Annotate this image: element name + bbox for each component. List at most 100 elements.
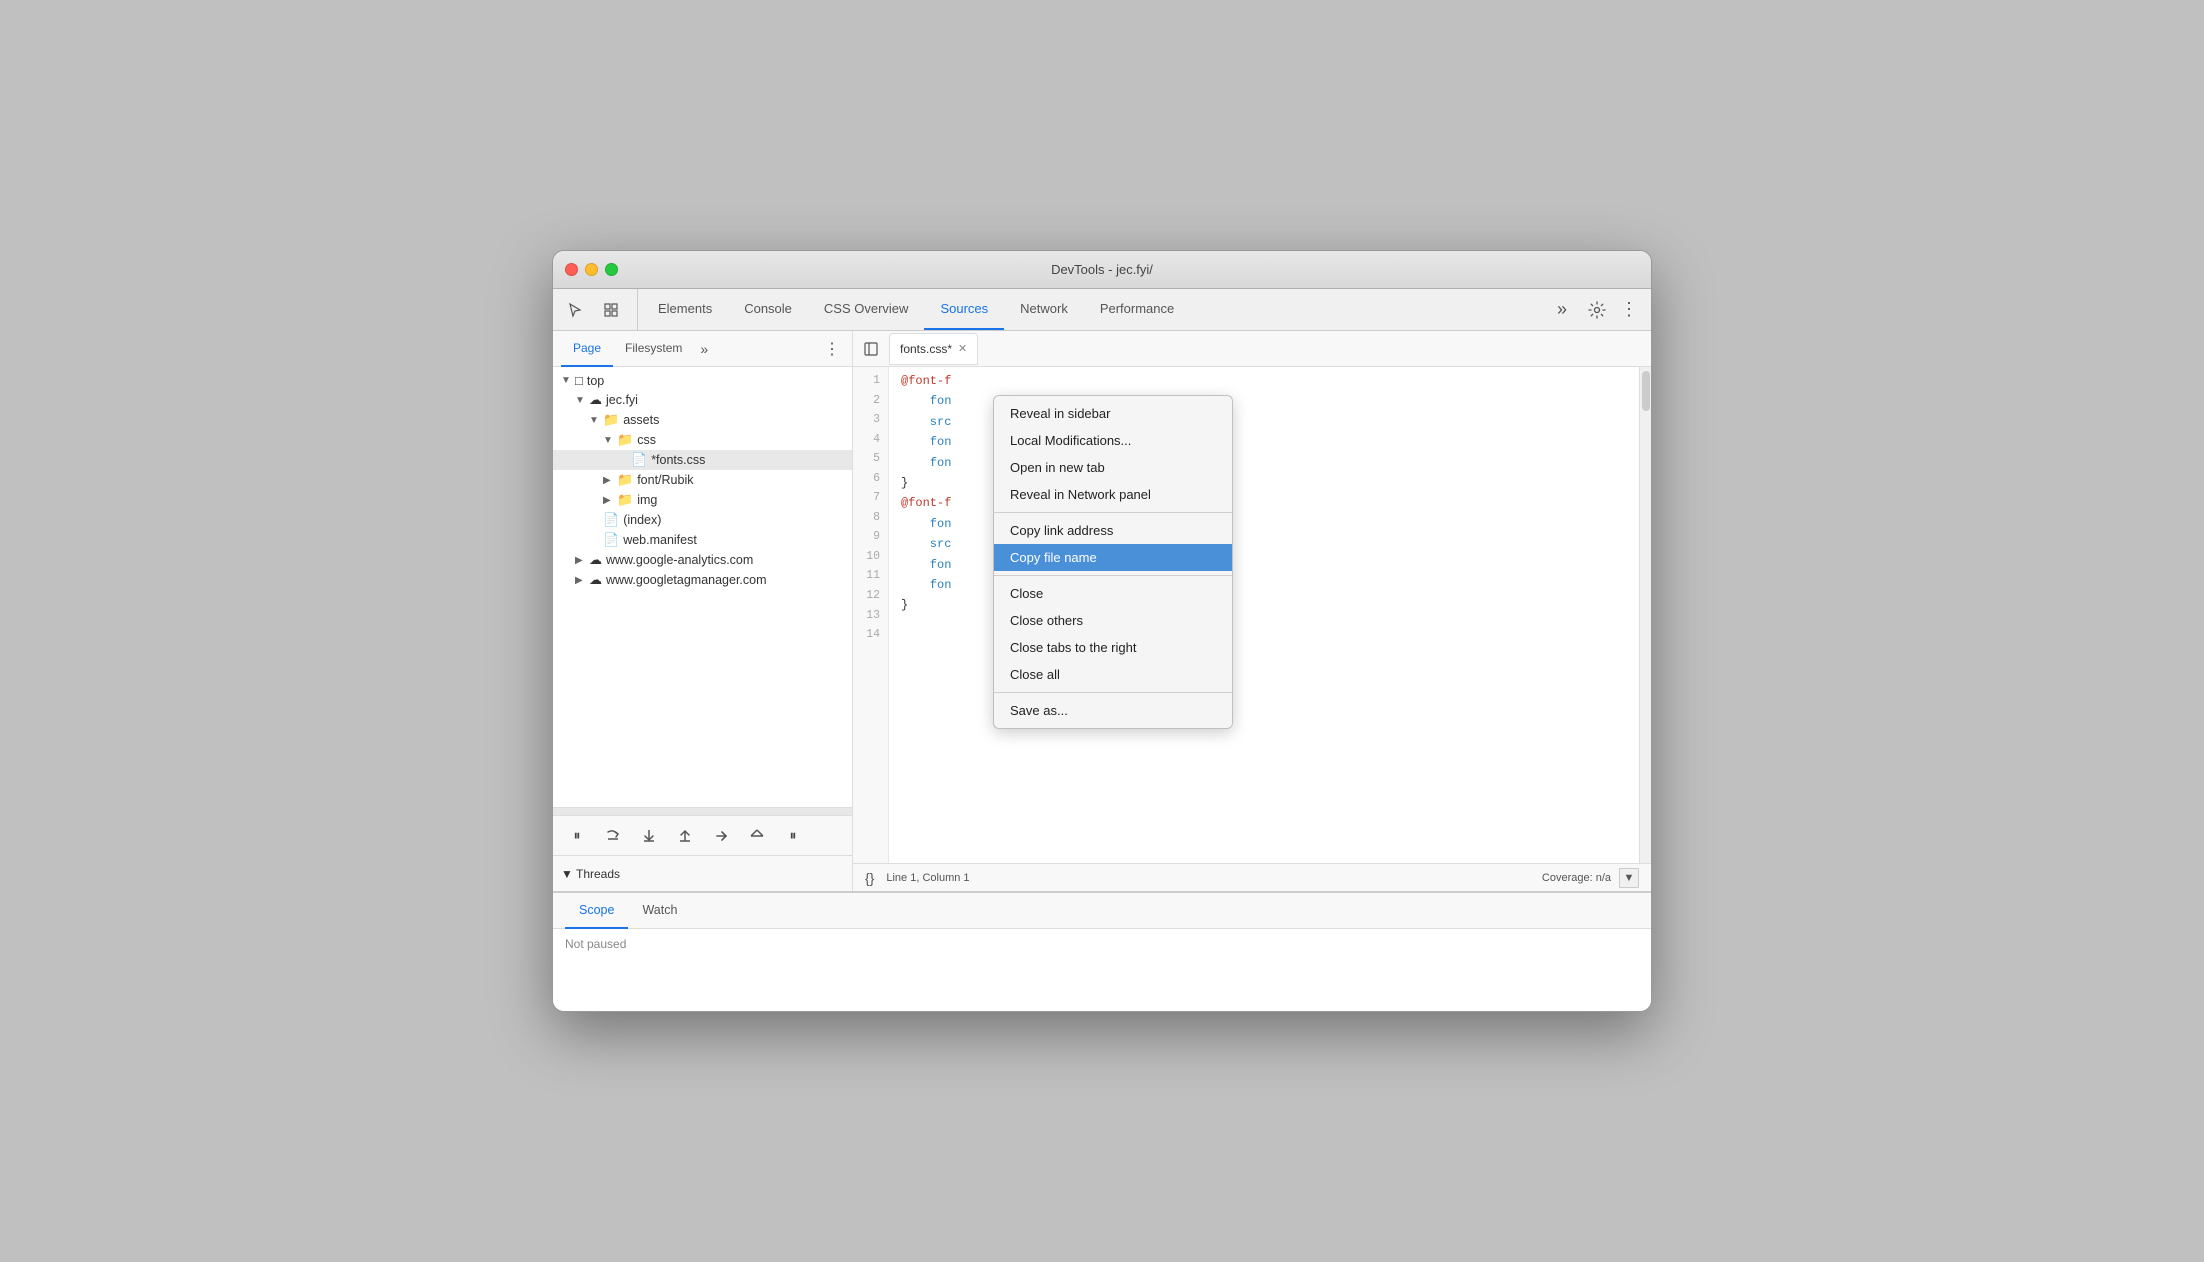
maximize-button[interactable]: [605, 263, 618, 276]
tree-item-googletagmanager[interactable]: ▶ ☁ www.googletagmanager.com: [553, 570, 852, 590]
cloud-icon: ☁: [589, 392, 602, 408]
header-icons: [561, 289, 638, 330]
editor-tabs: fonts.css* ✕: [853, 331, 1651, 367]
center-panel: fonts.css* ✕ 12345 678910 11121314 @font…: [853, 331, 1651, 891]
tree-label: *fonts.css: [651, 453, 705, 467]
tab-scope[interactable]: Scope: [565, 893, 628, 929]
tab-elements[interactable]: Elements: [642, 289, 728, 330]
panel-tabs-more[interactable]: »: [694, 341, 714, 357]
step-button[interactable]: [709, 824, 733, 848]
cursor-icon[interactable]: [561, 296, 589, 324]
toggle-sidebar-button[interactable]: [857, 335, 885, 363]
format-icon[interactable]: {}: [865, 870, 874, 886]
status-bar: {} Line 1, Column 1 Coverage: n/a ▼: [853, 863, 1651, 891]
devtools-header: Elements Console CSS Overview Sources Ne…: [553, 289, 1651, 331]
header-right: ⋮: [1575, 289, 1643, 330]
devtools-window: DevTools - jec.fyi/ Elements Console C: [552, 250, 1652, 1012]
minimize-button[interactable]: [585, 263, 598, 276]
tab-performance[interactable]: Performance: [1084, 289, 1190, 330]
tree-item-manifest[interactable]: 📄 web.manifest: [553, 530, 852, 550]
pause-on-exceptions-button[interactable]: ⏸: [781, 824, 805, 848]
main-tabs: Elements Console CSS Overview Sources Ne…: [642, 289, 1549, 330]
threads-label: ▼ Threads: [561, 867, 620, 881]
tree-item-google-analytics[interactable]: ▶ ☁ www.google-analytics.com: [553, 550, 852, 570]
ctx-save-as[interactable]: Save as...: [994, 697, 1232, 724]
scroll-thumb[interactable]: [1642, 371, 1650, 411]
tree-item-font-rubik[interactable]: ▶ 📁 font/Rubik: [553, 470, 852, 490]
ctx-close-right[interactable]: Close tabs to the right: [994, 634, 1232, 661]
tree-item-fonts-css[interactable]: 📄 *fonts.css: [553, 450, 852, 470]
context-menu: Reveal in sidebar Local Modifications...…: [993, 395, 1233, 729]
titlebar: DevTools - jec.fyi/: [553, 251, 1651, 289]
tab-css-overview[interactable]: CSS Overview: [808, 289, 925, 330]
bottom-panel: Scope Watch Not paused: [553, 891, 1651, 1011]
tree-arrow: ▶: [575, 555, 589, 566]
tree-item-top[interactable]: ▼ □ top: [553, 371, 852, 390]
inspect-icon[interactable]: [597, 296, 625, 324]
tree-item-img[interactable]: ▶ 📁 img: [553, 490, 852, 510]
file-icon: 📄: [603, 512, 619, 528]
ctx-divider3: [994, 692, 1232, 693]
deactivate-breakpoints-button[interactable]: [745, 824, 769, 848]
tree-label: jec.fyi: [606, 393, 638, 407]
tree-item-jec[interactable]: ▼ ☁ jec.fyi: [553, 390, 852, 410]
vertical-scrollbar[interactable]: [1639, 367, 1651, 863]
pause-button[interactable]: ⏸: [565, 824, 589, 848]
panel-menu-button[interactable]: ⋮: [820, 335, 844, 363]
ctx-close[interactable]: Close: [994, 580, 1232, 607]
cursor-position: Line 1, Column 1: [886, 872, 969, 884]
tab-watch[interactable]: Watch: [628, 893, 691, 929]
ctx-close-all[interactable]: Close all: [994, 661, 1232, 688]
step-over-button[interactable]: [601, 824, 625, 848]
tree-label: (index): [623, 513, 661, 527]
step-out-button[interactable]: [673, 824, 697, 848]
tree-item-assets[interactable]: ▼ 📁 assets: [553, 410, 852, 430]
step-into-button[interactable]: [637, 824, 661, 848]
tree-label: img: [637, 493, 657, 507]
tree-label: assets: [623, 413, 659, 427]
ctx-copy-filename[interactable]: Copy file name: [994, 544, 1232, 571]
main-content: Page Filesystem » ⋮ ▼ □ top ▼ ☁ je: [553, 331, 1651, 891]
tree-item-index[interactable]: 📄 (index): [553, 510, 852, 530]
coverage-label: Coverage: n/a: [1542, 872, 1611, 884]
ctx-reveal-network[interactable]: Reveal in Network panel: [994, 481, 1232, 508]
tab-sources[interactable]: Sources: [924, 289, 1004, 330]
file-icon: 📄: [603, 532, 619, 548]
close-tab-button[interactable]: ✕: [958, 342, 967, 355]
code-line: @font-f: [901, 371, 1627, 391]
cloud-icon: ☁: [589, 552, 602, 568]
tab-network[interactable]: Network: [1004, 289, 1084, 330]
bottom-tabs: Scope Watch: [553, 893, 1651, 929]
tree-label: top: [587, 374, 604, 388]
bottom-content: Not paused: [553, 929, 1651, 1011]
css-file-icon: 📄: [631, 452, 647, 468]
threads-section[interactable]: ▼ Threads: [553, 855, 852, 891]
panel-tabs: Page Filesystem » ⋮: [553, 331, 852, 367]
coverage-button[interactable]: ▼: [1619, 868, 1639, 888]
more-options-icon[interactable]: ⋮: [1615, 296, 1643, 324]
tree-item-css[interactable]: ▼ 📁 css: [553, 430, 852, 450]
tabs-more-button[interactable]: »: [1549, 289, 1575, 330]
tab-filesystem[interactable]: Filesystem: [613, 331, 694, 367]
close-button[interactable]: [565, 263, 578, 276]
ctx-close-others[interactable]: Close others: [994, 607, 1232, 634]
file-tree: ▼ □ top ▼ ☁ jec.fyi ▼ 📁 assets: [553, 367, 852, 807]
ctx-copy-link[interactable]: Copy link address: [994, 517, 1232, 544]
ctx-local-modifications[interactable]: Local Modifications...: [994, 427, 1232, 454]
cloud-icon: ☁: [589, 572, 602, 588]
editor-tab-label: fonts.css*: [900, 342, 952, 356]
debug-toolbar: ⏸: [553, 815, 852, 855]
tab-console[interactable]: Console: [728, 289, 808, 330]
tree-label: www.google-analytics.com: [606, 553, 753, 567]
tab-page[interactable]: Page: [561, 331, 613, 367]
line-numbers: 12345 678910 11121314: [853, 367, 889, 863]
settings-icon[interactable]: [1583, 296, 1611, 324]
folder-icon: 📁: [617, 432, 633, 448]
tree-arrow: ▶: [603, 475, 617, 486]
editor-tab-fonts-css[interactable]: fonts.css* ✕: [889, 333, 978, 365]
tree-arrow: ▶: [603, 495, 617, 506]
tree-label: css: [637, 433, 656, 447]
ctx-open-new-tab[interactable]: Open in new tab: [994, 454, 1232, 481]
horizontal-scrollbar[interactable]: [553, 807, 852, 815]
ctx-reveal-sidebar[interactable]: Reveal in sidebar: [994, 400, 1232, 427]
